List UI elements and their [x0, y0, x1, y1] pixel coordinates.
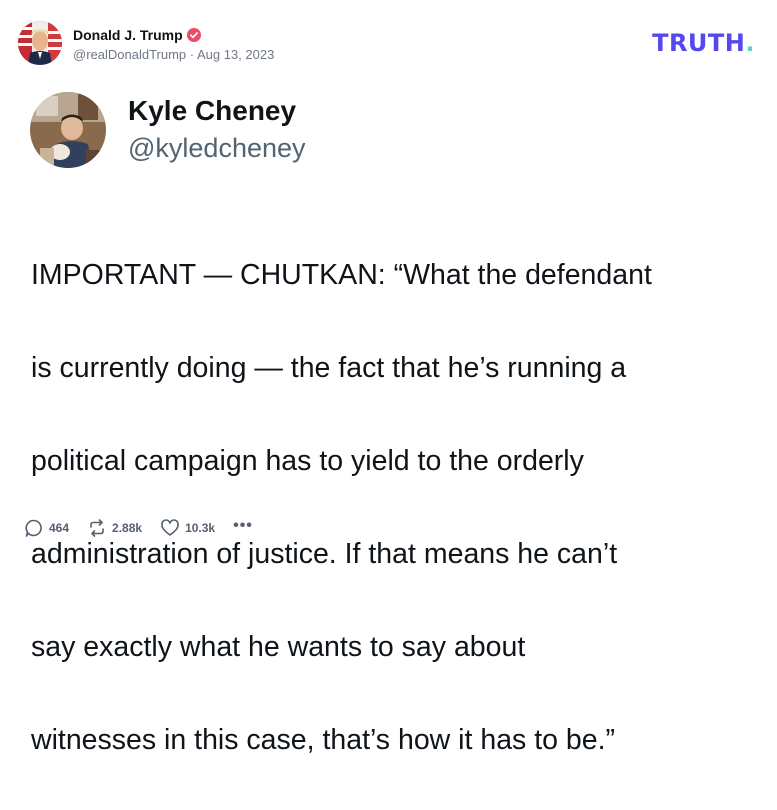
retruth-icon: [87, 518, 107, 538]
embedded-author-name: Kyle Cheney: [128, 95, 297, 126]
more-options-button[interactable]: •••: [233, 517, 253, 535]
post-header: Donald J. Trump @realDonaldTrump · Aug 1…: [18, 18, 274, 68]
like-button[interactable]: 10.3k: [160, 518, 215, 538]
author-row: Donald J. Trump: [73, 25, 274, 45]
text-line: is currently doing — the fact that he’s …: [31, 351, 627, 384]
verified-badge-icon: [186, 27, 201, 42]
truth-social-logo[interactable]: TRUTH.: [652, 29, 755, 57]
retruth-count: 2.88k: [112, 521, 143, 535]
author-avatar[interactable]: [18, 21, 62, 65]
author-name[interactable]: Donald J. Trump: [73, 27, 183, 43]
retruth-button[interactable]: 2.88k: [87, 518, 142, 538]
more-dots-icon: •••: [233, 517, 253, 534]
logo-dot: .: [745, 29, 755, 57]
text-line: political campaign has to yield to the o…: [31, 444, 584, 477]
text-line: witnesses in this case, that’s how it ha…: [31, 723, 616, 756]
text-line: IMPORTANT — CHUTKAN: “What the defendant: [31, 258, 652, 291]
text-line: say exactly what he wants to say about: [31, 630, 526, 663]
heart-icon: [160, 518, 180, 538]
reply-icon: [24, 518, 44, 538]
action-bar: 464 2.88k 10.3k •••: [24, 516, 271, 540]
logo-text: TRUTH: [652, 29, 746, 57]
reply-button[interactable]: 464: [24, 518, 69, 538]
reply-count: 464: [49, 521, 70, 535]
embedded-post-text: IMPORTANT — CHUTKAN: “What the defendant…: [31, 205, 766, 810]
handle-and-date[interactable]: @realDonaldTrump · Aug 13, 2023: [73, 47, 274, 62]
embedded-author-avatar: [30, 92, 106, 168]
embedded-author-handle: @kyledcheney: [128, 133, 306, 163]
author-block: Donald J. Trump @realDonaldTrump · Aug 1…: [73, 25, 274, 62]
like-count: 10.3k: [185, 521, 216, 535]
